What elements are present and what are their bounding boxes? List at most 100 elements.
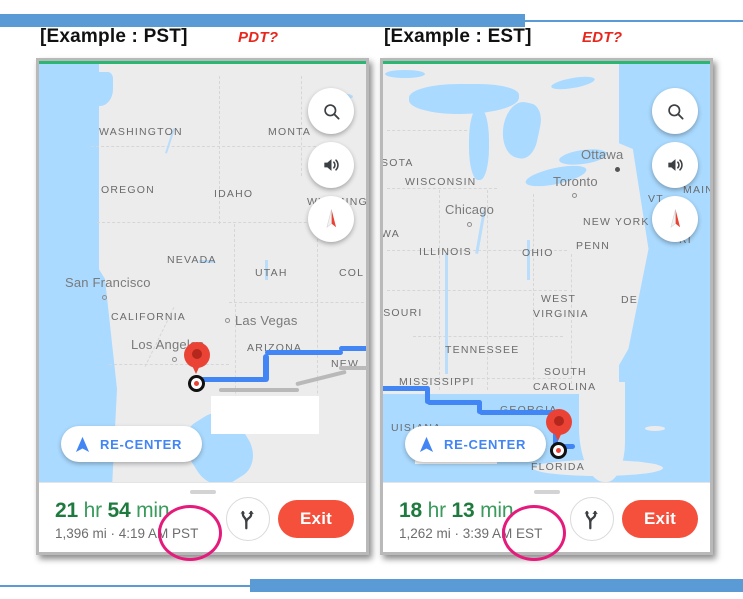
panel-note-pst: PDT? [238,29,279,46]
state-border [234,224,235,302]
map-city-chicago: Chicago [445,202,495,217]
compass-button[interactable] [652,196,698,242]
eta-minutes-unit: min [136,499,170,522]
eta-minutes-unit: min [480,499,514,522]
eta-block-est: 18 hr 13 min 1,262 mi · 3:39 AM EST [399,499,542,541]
city-dot-los-angeles [172,357,177,362]
eta-minutes: 13 [451,499,475,522]
city-dot-ottawa [615,167,620,172]
eta-block-pst: 21 hr 54 min 1,396 mi · 4:19 AM PST [55,499,198,541]
lake-michigan [469,108,489,180]
compass-button[interactable] [308,196,354,242]
recenter-button[interactable]: RE-CENTER [61,426,203,462]
city-dot-toronto [572,193,577,198]
panel-heading-row-est: [Example : EST] EDT? [380,26,732,56]
route-line [479,410,557,415]
sound-button[interactable] [308,142,354,188]
sound-icon [668,159,683,171]
map-label-carolina: CAROLINA [533,381,597,393]
map-label-california: CALIFORNIA [111,311,187,323]
alternate-routes-icon [584,510,598,529]
eta-hours: 18 [399,499,422,522]
navigation-sheet-est: 18 hr 13 min 1,262 mi · 3:39 AM EST Exit [383,482,710,552]
compass-icon [669,209,680,228]
map-label-florida: FLORIDA [531,461,585,473]
river [445,254,448,374]
route-line [427,400,481,405]
map-city-toronto: Toronto [553,174,598,189]
pin-hole [192,348,202,359]
exit-button[interactable]: Exit [278,500,354,538]
eta-hours: 21 [55,499,78,522]
map-label-montana: MONTA [268,126,312,138]
recenter-label: RE-CENTER [444,436,527,452]
alternate-route-line [219,388,299,392]
recenter-button[interactable]: RE-CENTER [405,426,547,462]
state-border [487,190,488,390]
alternate-route-line [339,366,366,370]
hudson-bay-inlet [550,74,596,92]
eta-hours-unit: hr [427,499,446,522]
map-city-ottawa: Ottawa [581,147,624,162]
state-border [229,302,366,303]
state-border [439,190,440,390]
eta-duration-pst: 21 hr 54 min [55,499,198,523]
search-icon [667,103,684,120]
map-label-west: WEST [541,293,577,305]
map-label-virginia: VIRGINIA [533,308,589,320]
map-label-colorado: COL [339,267,365,279]
lake-superior [409,84,519,114]
route-line [383,386,429,391]
map-canvas-pst[interactable]: WASHINGTON MONTA OREGON IDAHO WYOMING NE… [39,64,366,482]
current-location-marker [188,375,205,392]
alternate-routes-button[interactable] [570,497,614,541]
state-border [387,290,567,291]
panel-title-pst: [Example : PST] [40,26,188,47]
navigation-arrow-icon [75,436,90,452]
eta-details-est: 1,262 mi · 3:39 AM EST [399,526,543,541]
sound-icon [324,159,339,171]
current-location-marker [550,442,567,459]
map-label-missouri: SSOURI [383,307,423,319]
map-city-las-vegas: Las Vegas [235,313,298,328]
map-label-ohio: OHIO [522,247,554,259]
alternate-routes-button[interactable] [226,497,270,541]
phone-frame-pst: WASHINGTON MONTA OREGON IDAHO WYOMING NE… [36,58,369,555]
phone-frame-est: SOTA WISCONSIN ILLINOIS WA OHIO PENN VT … [380,58,713,555]
sheet-grabber[interactable] [189,490,216,494]
slide-bottom-bar-thick [250,579,743,592]
map-label-iowa: WA [383,228,400,240]
exit-button[interactable]: Exit [622,500,698,538]
search-button[interactable] [652,88,698,134]
map-label-illinois: ILLINOIS [419,246,472,258]
map-label-pennsylvania: PENN [576,240,610,252]
state-border [533,194,534,380]
eta-hours-unit: hr [83,499,102,522]
map-label-idaho: IDAHO [214,188,254,200]
redaction-box [211,396,319,434]
state-border [91,146,341,147]
map-label-utah: UTAH [255,267,288,279]
sound-button[interactable] [652,142,698,188]
example-panel-est: [Example : EST] EDT? SOTA WISCONSIN ILLI… [380,26,732,566]
map-label-nevada: NEVADA [167,254,217,266]
map-canvas-est[interactable]: SOTA WISCONSIN ILLINOIS WA OHIO PENN VT … [383,64,710,482]
panel-heading-row-pst: [Example : PST] PDT? [36,26,388,56]
eta-duration-est: 18 hr 13 min [399,499,542,523]
city-dot-san-francisco [102,295,107,300]
sheet-grabber[interactable] [533,490,560,494]
puget-sound [87,72,113,106]
pin-hole [554,415,564,426]
map-city-san-francisco: San Francisco [65,275,151,290]
eta-details-pst: 1,396 mi · 4:19 AM PST [55,526,199,541]
map-label-washington: WASHINGTON [99,126,183,138]
map-label-new-york: NEW YORK [583,216,650,228]
compass-icon [325,209,336,228]
example-panel-pst: [Example : PST] PDT? WASHINGTON MONTA OR… [36,26,388,566]
lake-winnipeg [385,70,425,78]
state-border [413,336,563,337]
search-button[interactable] [308,88,354,134]
search-icon [323,103,340,120]
map-label-tennessee: TENNESSEE [445,344,520,356]
map-label-south: SOUTH [544,366,587,378]
